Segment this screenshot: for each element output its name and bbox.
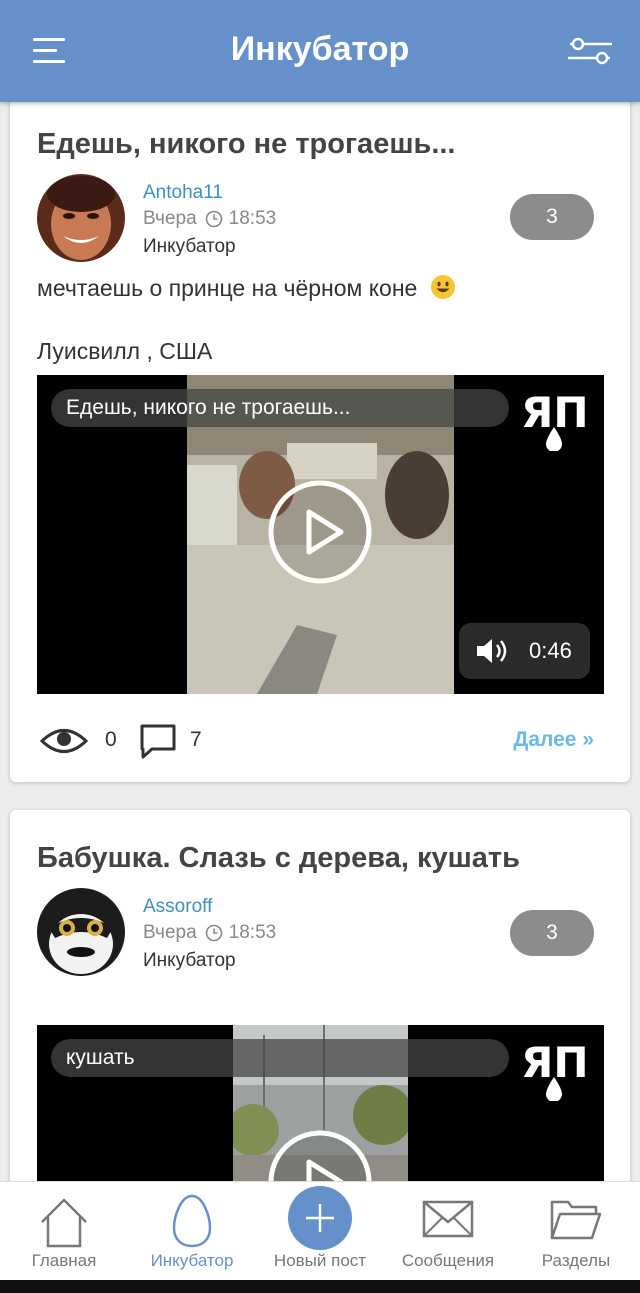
envelope-icon — [422, 1200, 474, 1238]
video-player[interactable]: Едешь, никого не трогаешь... ЯП 0:46 — [37, 375, 604, 694]
video-title: кушать — [51, 1039, 509, 1077]
post-datetime: Вчера 18:53 — [143, 208, 276, 230]
post-time: 18:53 — [228, 922, 277, 943]
author-link[interactable]: Antoha11 — [143, 182, 223, 204]
comments-count[interactable]: 7 — [190, 728, 202, 752]
avatar[interactable] — [37, 174, 125, 262]
comment-icon[interactable] — [138, 722, 178, 760]
post-title[interactable]: Едешь, никого не трогаешь... — [37, 128, 456, 161]
read-more-link[interactable]: Далее » — [513, 728, 594, 752]
bottom-navigation: Главная Инкубатор Новый пост Сообщения Р… — [0, 1181, 640, 1280]
author-link[interactable]: Assoroff — [143, 896, 212, 918]
sliders-filter-icon[interactable] — [568, 36, 612, 66]
video-duration-pill[interactable]: 0:46 — [459, 623, 590, 679]
egg-icon — [172, 1194, 212, 1248]
folder-icon — [550, 1200, 602, 1240]
nav-item-home[interactable]: Главная — [0, 1182, 128, 1281]
post-time: 18:53 — [228, 208, 277, 229]
nav-item-messages[interactable]: Сообщения — [384, 1182, 512, 1281]
post-title[interactable]: Бабушка. Слазь с дерева, кушать — [37, 842, 520, 875]
page-title: Инкубатор — [230, 30, 410, 68]
post-section[interactable]: Инкубатор — [143, 236, 236, 258]
volume-icon[interactable] — [475, 637, 511, 665]
nav-item-new-post[interactable]: Новый пост — [256, 1182, 384, 1281]
play-button[interactable] — [267, 479, 373, 585]
system-navigation-bar — [0, 1280, 640, 1293]
post-text: мечтаешь о принце на чёрном коне — [37, 274, 456, 302]
plus-icon — [306, 1204, 334, 1232]
nav-item-sections[interactable]: Разделы — [512, 1182, 640, 1281]
nav-label: Новый пост — [273, 1251, 367, 1270]
post-card[interactable]: Бабушка. Слазь с дерева, кушать Assoroff… — [10, 810, 630, 1210]
post-date: Вчера — [143, 922, 197, 943]
post-date: Вчера — [143, 208, 197, 229]
post-card[interactable]: Едешь, никого не трогаешь... Antoha11 Вч… — [10, 96, 630, 782]
smile-emoji-icon — [430, 275, 455, 299]
top-app-bar: Инкубатор — [0, 0, 640, 102]
post-datetime: Вчера 18:53 — [143, 922, 276, 944]
avatar[interactable] — [37, 888, 125, 976]
post-text-content: мечтаешь о принце на чёрном коне — [37, 275, 418, 301]
yap-logo-icon: ЯП — [521, 388, 589, 451]
rating-badge[interactable]: 3 — [510, 910, 594, 956]
nav-label: Разделы — [541, 1251, 611, 1270]
home-icon — [41, 1198, 87, 1248]
rating-badge[interactable]: 3 — [510, 194, 594, 240]
nav-label: Главная — [31, 1251, 97, 1270]
eye-icon — [40, 729, 88, 753]
post-section[interactable]: Инкубатор — [143, 950, 236, 972]
nav-item-incubator[interactable]: Инкубатор — [128, 1182, 256, 1281]
nav-label: Сообщения — [401, 1251, 495, 1270]
new-post-button[interactable] — [288, 1186, 352, 1250]
yap-logo-icon: ЯП — [521, 1038, 589, 1101]
video-duration: 0:46 — [529, 638, 572, 663]
post-location: Луисвилл , США — [37, 338, 213, 364]
clock-icon — [205, 210, 222, 228]
nav-label: Инкубатор — [150, 1251, 234, 1270]
clock-icon — [205, 924, 222, 942]
views-count: 0 — [105, 728, 117, 751]
video-title: Едешь, никого не трогаешь... — [51, 389, 509, 427]
post-stats: 0 7 Далее » — [40, 722, 600, 762]
